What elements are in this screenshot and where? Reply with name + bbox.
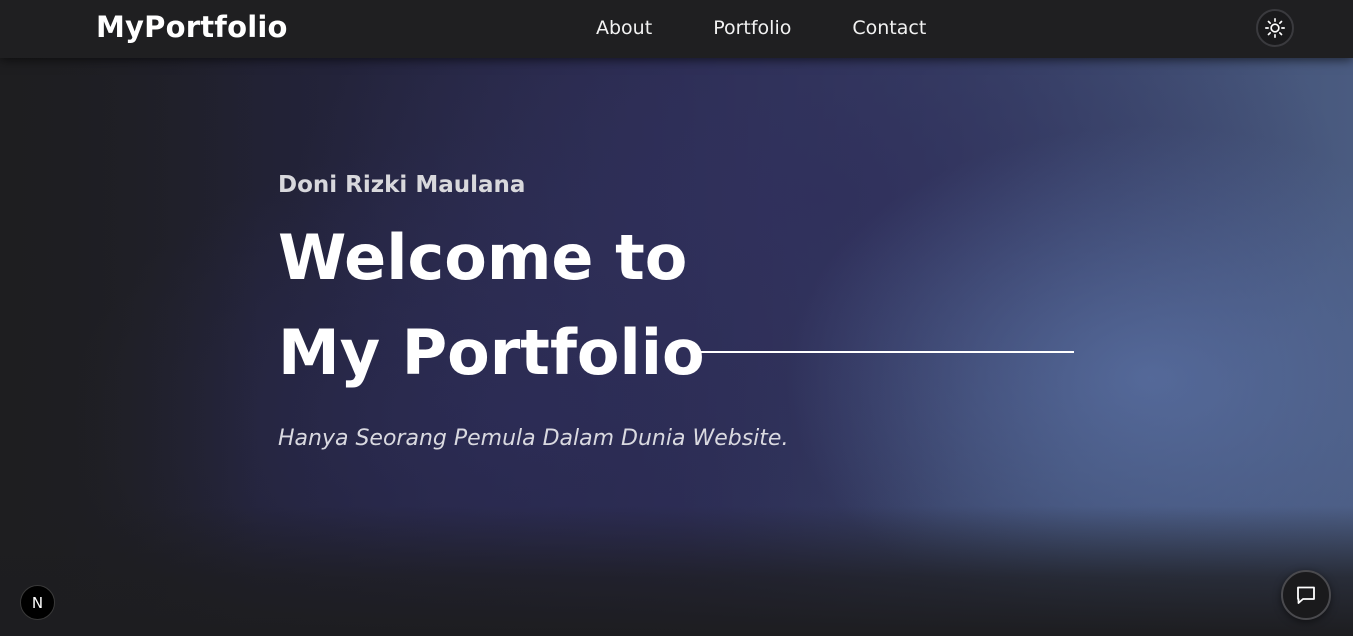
page: MyPortfolio About Portfolio Contact Doni… (0, 0, 1353, 636)
nav-link-about[interactable]: About (596, 17, 652, 39)
nav-link-contact[interactable]: Contact (852, 17, 926, 39)
nav-link-portfolio[interactable]: Portfolio (713, 17, 791, 39)
theme-toggle-button[interactable] (1256, 9, 1294, 47)
hero-divider-line (699, 351, 1074, 353)
hero-name: Doni Rizki Maulana (278, 172, 526, 198)
framework-badge[interactable]: N (20, 585, 55, 620)
navbar: MyPortfolio About Portfolio Contact (0, 0, 1353, 58)
hero-title-line-1: Welcome to (278, 221, 688, 294)
nav-links: About Portfolio Contact (596, 17, 926, 39)
chat-button[interactable] (1281, 570, 1331, 620)
sun-icon (1265, 18, 1285, 38)
hero-title-line-2: My Portfolio (278, 316, 705, 389)
hero-tagline: Hanya Seorang Pemula Dalam Dunia Website… (278, 426, 789, 451)
site-logo[interactable]: MyPortfolio (96, 10, 288, 44)
chat-icon (1297, 586, 1315, 604)
